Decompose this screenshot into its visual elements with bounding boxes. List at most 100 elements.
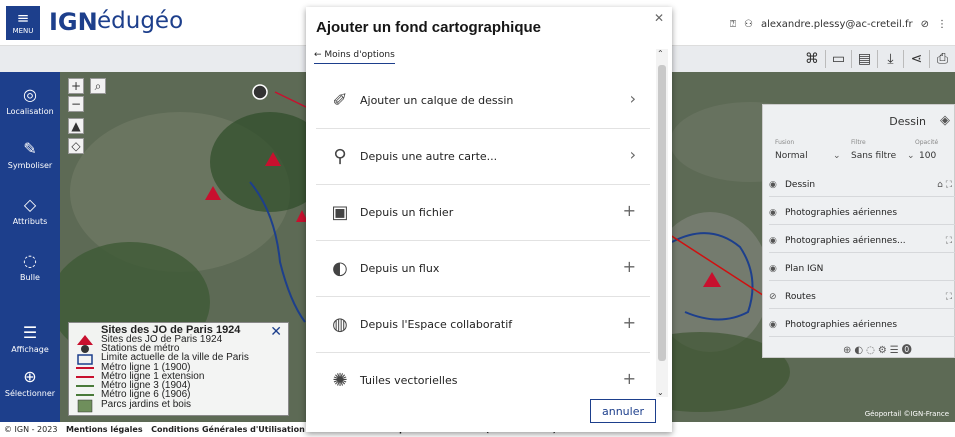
panel-title: Dessin — [889, 115, 926, 128]
layer-name: Routes — [785, 292, 816, 302]
dialog-scrollbar[interactable]: ⌃ ⌄ — [656, 49, 668, 397]
layers-panel: Dessin ◈ Fusion Filtre Opacité Normal ⌄ … — [762, 104, 955, 358]
sidebar-item-affichage[interactable]: ☰ Affichage — [0, 324, 60, 355]
plus-icon: + — [622, 369, 636, 388]
close-icon[interactable]: ✕ — [654, 11, 664, 25]
fullscreen-icon[interactable]: ⛶ — [946, 229, 952, 253]
map-book-icon[interactable]: ⌘ — [799, 50, 825, 68]
sidebar-item-selectionner[interactable]: ⊕ Sélectionner — [0, 368, 60, 399]
eye-icon[interactable]: ◉ — [769, 229, 785, 253]
user-icon[interactable]: ⚇ — [744, 19, 753, 30]
sidebar-item-bulle[interactable]: ◌ Bulle — [0, 252, 60, 283]
cancel-button[interactable]: annuler — [590, 399, 656, 423]
option-label: Tuiles vectorielles — [360, 374, 458, 387]
sidebar-item-attributs[interactable]: ◇ Attributs — [0, 196, 60, 227]
option-from-stream[interactable]: ◐ Depuis un flux + — [316, 241, 650, 297]
share-icon[interactable]: ⋖ — [903, 50, 929, 68]
eye-icon[interactable]: ◉ — [769, 173, 785, 197]
zoom-in-button[interactable]: + — [68, 78, 84, 94]
file-globe-icon: ▣ — [331, 202, 349, 223]
copyright: © IGN - 2023 — [4, 425, 58, 434]
download-icon[interactable]: ⤓ — [877, 50, 903, 68]
sidebar-item-label: Localisation — [6, 107, 54, 116]
layer-actions[interactable]: ⊕◐◌⚙☰⓿ — [843, 341, 915, 356]
map-pin-icon: ⚲ — [333, 146, 347, 167]
hide-icon[interactable]: ⊘ — [921, 19, 929, 30]
hamburger-icon: ≡ — [16, 9, 30, 27]
less-options-link[interactable]: ← Moins d'options — [314, 50, 395, 64]
menu-button[interactable]: ≡ MENU — [6, 6, 40, 40]
location-pin-icon: ◎ — [23, 85, 37, 104]
opacity-stepper[interactable]: 100 — [919, 151, 936, 161]
option-add-drawing-layer[interactable]: ✐ Ajouter un calque de dessin › — [316, 73, 650, 129]
park-icon — [77, 399, 93, 413]
sidebar-item-label: Symboliser — [7, 161, 53, 170]
legend-row: Parcs jardins et bois — [101, 399, 192, 410]
select-tool-icon[interactable]: ⌕ — [90, 78, 106, 94]
help-icon[interactable]: ⍰ — [730, 19, 736, 30]
fusion-select[interactable]: Normal — [775, 151, 808, 161]
option-from-other-map[interactable]: ⚲ Depuis une autre carte... › — [316, 129, 650, 185]
plus-icon: + — [622, 201, 636, 220]
option-from-file[interactable]: ▣ Depuis un fichier + — [316, 185, 650, 241]
layers-icon[interactable]: ◈ — [940, 113, 950, 128]
folder-icon[interactable]: ▭ — [825, 50, 851, 68]
app-title: édugéo — [97, 8, 184, 34]
add-basemap-dialog: Ajouter un fond cartographique ✕ ← Moins… — [306, 7, 672, 432]
layer-name: Plan IGN — [785, 264, 824, 274]
eye-icon[interactable]: ◉ — [769, 313, 785, 337]
option-label: Depuis un fichier — [360, 206, 454, 219]
option-label: Depuis un flux — [360, 262, 440, 275]
option-label: Depuis une autre carte... — [360, 150, 498, 163]
eye-icon[interactable]: ◉ — [769, 201, 785, 225]
chevron-down-icon: ⌄ — [907, 151, 915, 161]
option-from-collaborative-space[interactable]: ◍ Depuis l'Espace collaboratif + — [316, 297, 650, 353]
map-attribution: Géoportail ©IGN-France — [864, 410, 949, 418]
close-icon[interactable]: ✕ — [270, 323, 282, 340]
sidebar-item-symboliser[interactable]: ✎ Symboliser — [0, 140, 60, 171]
globe-stream-icon: ◐ — [332, 258, 348, 279]
user-email[interactable]: alexandre.plessy@ac-creteil.fr — [761, 19, 913, 30]
eye-icon[interactable]: ◉ — [769, 257, 785, 281]
chevron-down-icon: ⌄ — [833, 151, 841, 161]
sidebar-item-label: Affichage — [11, 345, 49, 354]
more-options-icon[interactable]: ⋮ — [937, 19, 947, 30]
geolocate-icon[interactable]: ◇ — [68, 138, 84, 154]
scrollbar-thumb[interactable] — [658, 65, 666, 361]
vector-tiles-icon: ✺ — [332, 370, 348, 391]
layer-name: Photographies aériennes — [785, 208, 898, 218]
pencil-icon: ✎ — [23, 139, 37, 158]
sidebar-item-label: Bulle — [20, 273, 40, 282]
print-icon[interactable]: ⎙ — [929, 50, 955, 68]
dialog-title: Ajouter un fond cartographique — [316, 19, 541, 36]
layer-row[interactable]: ◉ Photographies aériennes... ⛶ — [769, 229, 955, 253]
zoom-out-button[interactable]: − — [68, 96, 84, 112]
filter-select[interactable]: Sans filtre — [851, 151, 896, 161]
sidebar-item-localisation[interactable]: ◎ Localisation — [0, 86, 60, 117]
layer-row[interactable]: ⊘ Routes ⛶ — [769, 285, 955, 309]
plus-icon: + — [622, 257, 636, 276]
save-icon[interactable]: ▤ — [851, 50, 877, 68]
filter-label: Filtre — [851, 139, 866, 146]
lock-icon[interactable]: ⌂ ⛶ — [937, 173, 952, 197]
elevation-profile-icon[interactable]: ▲ — [68, 118, 84, 134]
sidebar-item-label: Attributs — [12, 217, 48, 226]
layer-row[interactable]: ◉ Photographies aériennes — [769, 201, 955, 225]
layer-row[interactable]: ◉ Dessin ⌂ ⛶ — [769, 173, 955, 197]
menu-label: MENU — [12, 27, 34, 35]
footer-link-mentions[interactable]: Mentions légales — [66, 425, 143, 434]
plus-icon: + — [622, 313, 636, 332]
footer-link-cgu[interactable]: Conditions Générales d'Utilisation — [151, 425, 305, 434]
layer-row[interactable]: ◉ Plan IGN — [769, 257, 955, 281]
sidebar-item-label: Sélectionner — [4, 389, 56, 398]
chevron-right-icon: › — [629, 89, 636, 108]
collaborative-globe-icon: ◍ — [332, 314, 348, 335]
scroll-down-icon[interactable]: ⌄ — [657, 388, 664, 397]
zoom-select-icon: ⊕ — [23, 367, 37, 386]
layer-row[interactable]: ◉ Photographies aériennes — [769, 313, 955, 337]
ign-logo: IGN — [49, 8, 98, 36]
fullscreen-icon[interactable]: ⛶ — [946, 285, 952, 309]
option-label: Ajouter un calque de dessin — [360, 94, 514, 107]
scroll-up-icon[interactable]: ⌃ — [657, 49, 664, 58]
eye-hidden-icon[interactable]: ⊘ — [769, 285, 785, 309]
